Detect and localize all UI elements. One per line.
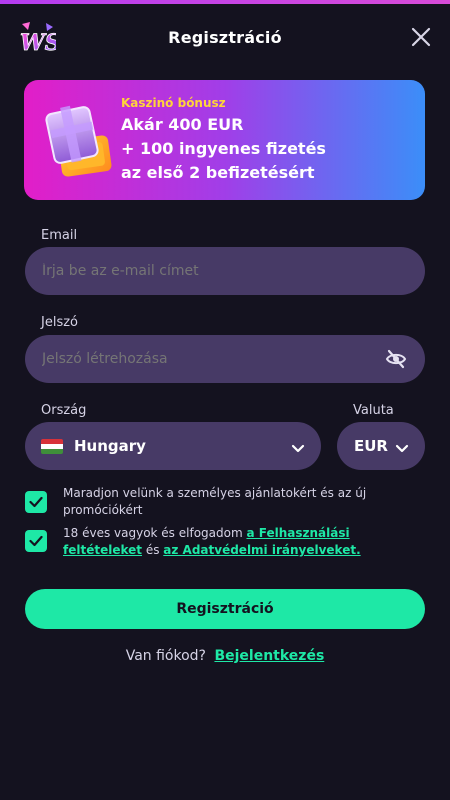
terms-consent-checkbox[interactable]	[25, 530, 47, 552]
chevron-down-icon	[395, 440, 409, 453]
email-label: Email	[41, 228, 78, 243]
password-label: Jelszó	[41, 315, 78, 330]
register-button[interactable]: Regisztráció	[25, 589, 425, 629]
page-title: Regisztráció	[168, 28, 282, 47]
check-icon	[29, 535, 43, 547]
bonus-line-3: az első 2 befizetésért	[121, 163, 315, 182]
header: WS Regisztráció	[0, 14, 450, 62]
bonus-label: Kaszinó bónusz	[121, 96, 226, 110]
bonus-line-1: Akár 400 EUR	[121, 115, 244, 134]
terms-text-middle: és	[142, 543, 164, 557]
close-icon[interactable]	[408, 24, 434, 50]
country-select[interactable]: Hungary	[25, 422, 321, 470]
login-prompt: Van fiókod?	[125, 648, 206, 664]
currency-label: Valuta	[353, 403, 394, 418]
terms-consent-text: 18 éves vagyok és elfogadom a Felhasznál…	[63, 525, 425, 559]
bonus-banner[interactable]: Kaszinó bónusz Akár 400 EUR + 100 ingyen…	[24, 80, 425, 200]
eye-off-icon[interactable]	[385, 348, 407, 370]
email-field[interactable]	[25, 247, 425, 295]
country-label: Ország	[41, 403, 87, 418]
currency-value: EUR	[354, 437, 388, 455]
hungary-flag-icon	[41, 439, 63, 454]
privacy-link[interactable]: az Adatvédelmi irányelveket.	[163, 543, 360, 557]
login-prompt-line: Van fiókod? Bejelentkezés	[0, 648, 450, 664]
login-link[interactable]: Bejelentkezés	[214, 648, 324, 664]
currency-select[interactable]: EUR	[337, 422, 425, 470]
country-value: Hungary	[74, 437, 146, 455]
top-accent-bar	[0, 0, 450, 4]
bonus-line-2: + 100 ingyenes fizetés	[121, 139, 326, 158]
password-wrapper	[25, 335, 425, 383]
offers-consent-checkbox[interactable]	[25, 491, 47, 513]
check-icon	[29, 496, 43, 508]
gift-box-icon	[38, 98, 128, 184]
password-field[interactable]	[25, 335, 425, 383]
offers-consent-text: Maradjon velünk a személyes ajánlatokért…	[63, 486, 367, 517]
chevron-down-icon	[291, 440, 305, 453]
terms-text-before: 18 éves vagyok és elfogadom	[63, 526, 247, 540]
